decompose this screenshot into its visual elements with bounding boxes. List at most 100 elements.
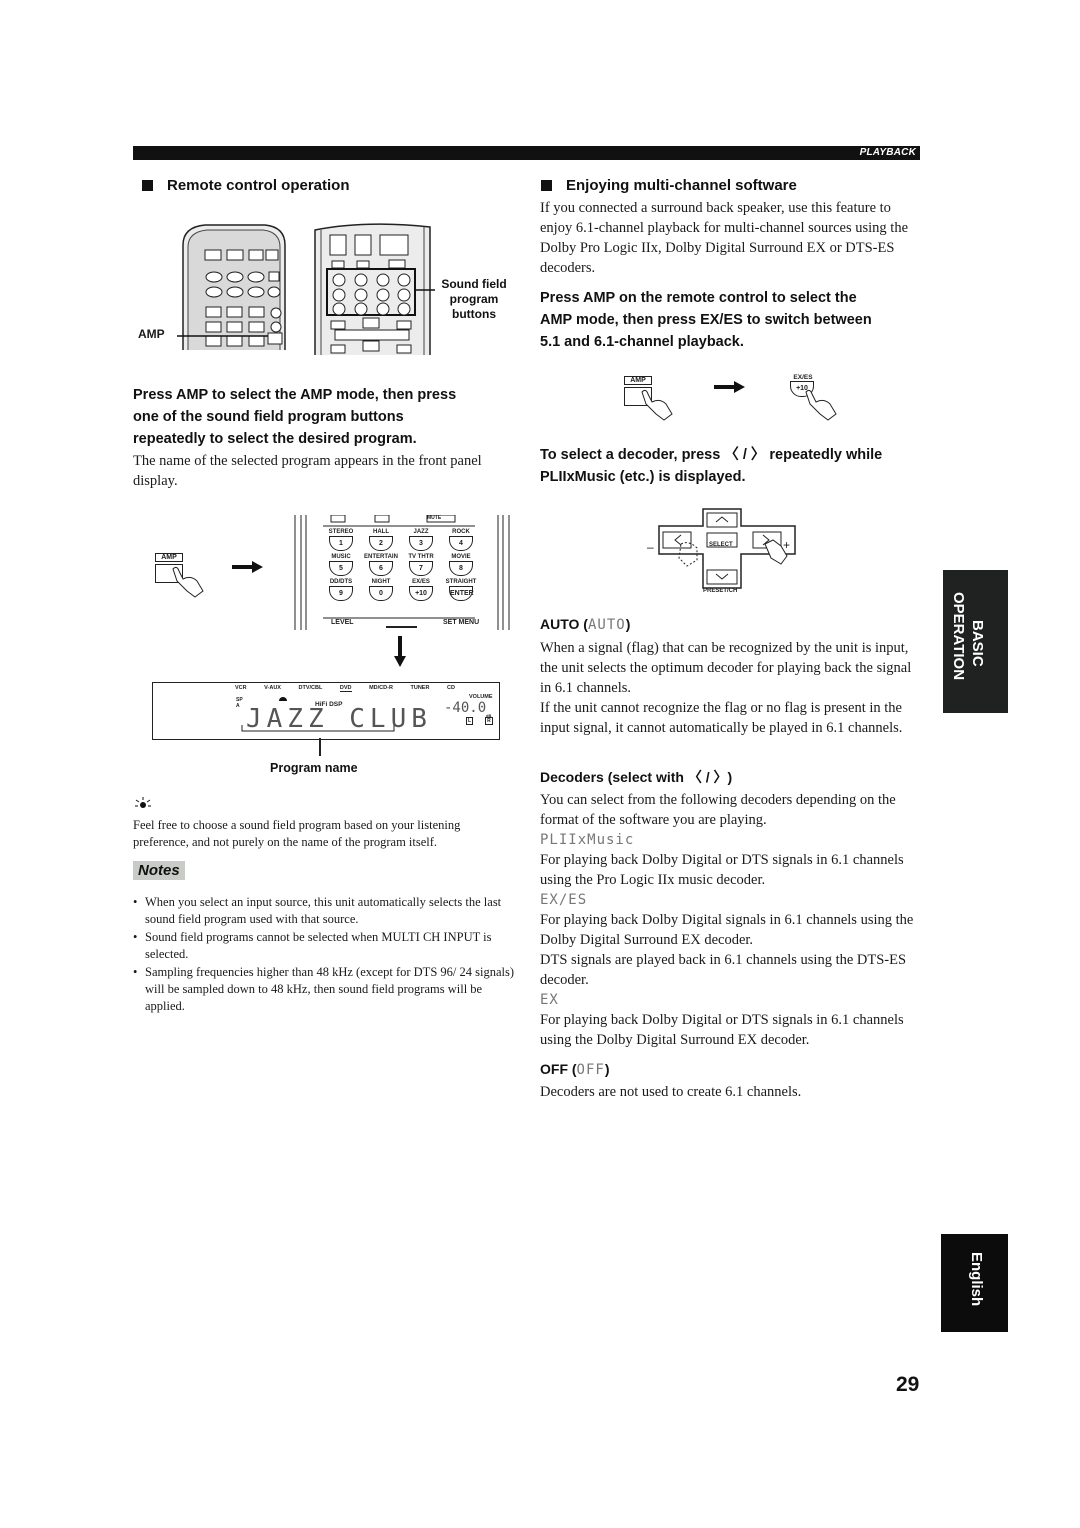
side-tab-operation: OPERATION [950, 592, 967, 681]
sound-field-button-key: 7 [409, 561, 433, 576]
front-panel-display: VCR V-AUX DTV/CBL DVD MD/CD-R TUNER CD SP A Hi… [152, 682, 500, 740]
sound-field-button-key: 1 [329, 536, 353, 551]
cursor-pad-drawing [658, 508, 796, 589]
side-tab-basic-operation: BASIC OPERATION [943, 570, 1008, 713]
preset-ch-label: PRESET/CH [703, 588, 738, 594]
side-tab-language: English [941, 1234, 1008, 1332]
pressing-hand-icon [805, 389, 837, 421]
heading-text: Remote control operation [167, 177, 350, 194]
sound-field-button-label: MOVIE [451, 554, 471, 560]
sound-field-button-key: 6 [369, 561, 393, 576]
decoder-indicator-icon [279, 697, 287, 701]
page-number: 29 [896, 1373, 920, 1396]
sound-field-button-label: EX/ES [412, 579, 430, 585]
heading-bullet-icon [142, 180, 153, 191]
input-indicators: VCR V-AUX DTV/CBL DVD MD/CD-R TUNER CD [235, 685, 455, 692]
off-lcd-text: OFF [576, 1062, 605, 1078]
sound-field-button-key: 8 [449, 561, 473, 576]
auto-text-2: If the unit cannot recognize the flag or… [540, 700, 903, 736]
auto-description: When a signal (flag) that can be recogni… [540, 638, 925, 738]
program-bracket [241, 725, 395, 732]
auto-heading: AUTO (AUTO) [540, 614, 630, 635]
pressing-hand-icon [641, 389, 673, 421]
sound-field-button: MUSIC 5 [321, 554, 361, 576]
sound-field-button-key: 5 [329, 561, 353, 576]
sound-field-button: STEREO 1 [321, 529, 361, 551]
pressing-hand-icon [172, 566, 204, 598]
step-instruction-right-2: To select a decoder, press 〈 / 〉 repeate… [540, 444, 925, 488]
auto-text: When a signal (flag) that can be recogni… [540, 640, 912, 696]
decoder-desc: For playing back Dolby Digital or DTS si… [540, 1012, 904, 1048]
sound-field-button-key: 3 [409, 536, 433, 551]
sound-field-button-label: ROCK [452, 529, 470, 535]
section-header-bar: PLAYBACK [133, 146, 920, 160]
amp-callout-label: AMP [138, 327, 165, 341]
channel-r: R [485, 717, 493, 725]
sound-field-button-key: 9 [329, 586, 353, 601]
input-indicator: DTV/CBL [298, 685, 323, 691]
sound-field-button: STRAIGHT ENTER [441, 579, 481, 601]
heading-multi-channel-software: Enjoying multi-channel software [541, 177, 797, 194]
amp-button-label: AMP [624, 376, 652, 385]
step-line: Press AMP to select the AMP mode, then p… [133, 387, 457, 403]
step-instruction-left: Press AMP to select the AMP mode, then p… [133, 384, 523, 450]
sound-field-button-label: JAZZ [413, 529, 429, 535]
step-instruction-right-1: Press AMP on the remote control to selec… [540, 287, 925, 353]
input-indicator: TUNER [410, 685, 430, 691]
section-title: PLAYBACK [859, 147, 916, 158]
heading-text: Enjoying multi-channel software [566, 177, 797, 194]
sound-field-button: JAZZ 3 [401, 529, 441, 551]
decoder-lcd-pliixmusic: PLIIxMusic [540, 832, 635, 848]
sound-field-button: ROCK 4 [441, 529, 481, 551]
step-line: one of the sound field program buttons [133, 409, 404, 425]
note-item: Sampling frequencies higher than 48 kHz … [133, 964, 518, 1015]
sound-field-button: DD/DTS 9 [321, 579, 361, 601]
note-item: Sound field programs cannot be selected … [133, 929, 518, 963]
speaker-indicator: SP A [236, 697, 243, 709]
sound-field-button-label: STEREO [328, 529, 354, 535]
minus-label: – [647, 540, 654, 554]
multi-channel-intro: If you connected a surround back speaker… [540, 200, 909, 276]
sound-field-button-label: DD/DTS [329, 579, 353, 585]
exes-button-figure: EX/ES +10 [790, 374, 837, 421]
input-indicator: CD [446, 685, 455, 691]
sound-field-button-key: 4 [449, 536, 473, 551]
decoder-lcd-exes: EX/ES [540, 892, 588, 908]
side-tab-english: English [968, 1252, 985, 1307]
auto-title: AUTO ( [540, 616, 588, 632]
sound-field-button: MOVIE 8 [441, 554, 481, 576]
sound-field-button-grid: STEREO 1 HALL 2 JAZZ 3 ROCK 4 MUSIC 5 ENTERTAIN 6 TV… [321, 529, 481, 601]
sound-field-button-label: NIGHT [371, 579, 391, 585]
off-title: OFF ( [540, 1061, 577, 1077]
heading-bullet-icon [541, 180, 552, 191]
sound-field-button-key: 0 [369, 586, 393, 601]
decoder-lcd-ex: EX [540, 992, 559, 1008]
input-indicator: V-AUX [264, 685, 281, 691]
notes-list: When you select an input source, this un… [133, 894, 518, 1015]
decoders-heading: Decoders (select with 〈 / 〉) [540, 769, 733, 785]
amp-button-figure-2: AMP [624, 376, 673, 421]
sound-field-button-key: 2 [369, 536, 393, 551]
step-explanation-left: The name of the selected program appears… [133, 453, 482, 489]
step-line: AMP mode, then press EX/ES to switch bet… [540, 312, 872, 328]
decoders-intro: You can select from the following decode… [540, 792, 896, 828]
set-menu-label: SET MENU [443, 619, 480, 626]
program-name-caption: Program name [270, 761, 358, 775]
notes-list-container: When you select an input source, this un… [133, 894, 518, 1016]
decoder-desc: For playing back Dolby Digital or DTS si… [540, 852, 904, 888]
tip-text: Feel free to choose a sound field progra… [133, 818, 461, 849]
step-line: repeatedly to select the desired program… [133, 431, 417, 447]
select-button-label: SELECT [709, 542, 733, 548]
input-indicator: MD/CD-R [369, 685, 393, 691]
sound-field-button-label: STRAIGHT [445, 579, 477, 585]
sound-field-button-label: HALL [373, 529, 389, 535]
sound-field-button: TV THTR 7 [401, 554, 441, 576]
heading-remote-control-operation: Remote control operation [142, 177, 350, 194]
sound-field-buttons-figure: MUTE STEREO 1 HALL 2 JAZZ 3 ROCK 4 MUSIC 5 ENTERTA… [293, 515, 511, 630]
sound-field-button-key: ENTER [449, 586, 474, 601]
tip-lightbulb-icon [135, 797, 151, 808]
decoder-desc-2: DTS signals are played back in 6.1 chann… [540, 952, 907, 988]
off-heading: OFF (OFF) [540, 1059, 610, 1080]
auto-lcd-text: AUTO [587, 617, 626, 633]
arrow-right-icon [714, 381, 745, 393]
